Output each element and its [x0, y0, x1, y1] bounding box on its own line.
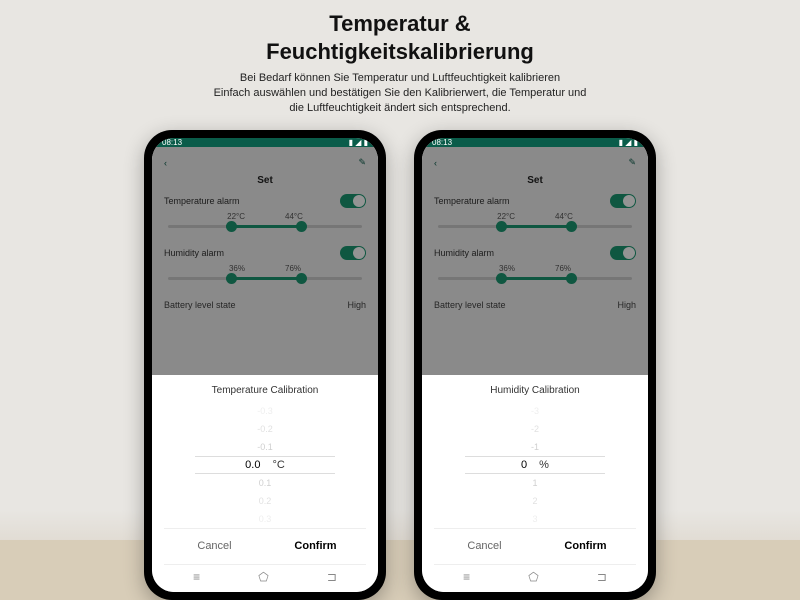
value-wheel[interactable]: -0.3 -0.2 -0.1 0.0 °C 0.1 0.2 0.3 — [164, 402, 366, 528]
settings-panel-dimmed: ‹ ✎ Set Temperature alarm 22°C 44°C — [422, 147, 648, 375]
phone-mock-left: 08:13 ▮ ◢ ▮ ‹ ✎ Set Temperature alarm — [144, 130, 386, 600]
phone-mock-right: 08:13 ▮ ◢ ▮ ‹ ✎ Set Temperature alarm — [414, 130, 656, 600]
floor-bg — [0, 540, 800, 600]
battery-label: Battery level state — [434, 300, 506, 310]
nav-back-icon[interactable]: ⊐ — [327, 570, 337, 584]
page-title: Set — [434, 175, 636, 186]
promo-desc: Bei Bedarf können Sie Temperatur und Luf… — [40, 71, 760, 116]
promo-header: Temperatur & Feuchtigkeitskalibrierung B… — [0, 0, 800, 122]
hum-range-slider[interactable]: 36% 76% — [168, 264, 362, 292]
sys-time: 08:13 — [162, 138, 182, 147]
edit-icon[interactable]: ✎ — [628, 157, 636, 168]
confirm-button[interactable]: Confirm — [535, 529, 636, 564]
sys-time: 08:13 — [432, 138, 452, 147]
battery-label: Battery level state — [164, 300, 236, 310]
cancel-button[interactable]: Cancel — [434, 529, 535, 564]
sys-icons: ▮ ◢ ▮ — [619, 138, 638, 147]
hum-range-slider[interactable]: 36% 76% — [438, 264, 632, 292]
nav-back-icon[interactable]: ⊐ — [597, 570, 607, 584]
hum-alarm-label: Humidity alarm — [164, 248, 224, 258]
temp-alarm-toggle[interactable] — [340, 194, 366, 208]
temp-alarm-label: Temperature alarm — [434, 196, 510, 206]
hum-alarm-toggle[interactable] — [340, 246, 366, 260]
android-nav: ≡ ⬠ ⊐ — [164, 564, 366, 590]
promo-title: Temperatur & Feuchtigkeitskalibrierung — [40, 10, 760, 65]
settings-panel-dimmed: ‹ ✎ Set Temperature alarm 22°C 44°C — [152, 147, 378, 375]
hum-alarm-toggle[interactable] — [610, 246, 636, 260]
temp-range-slider[interactable]: 22°C 44°C — [438, 212, 632, 240]
android-nav: ≡ ⬠ ⊐ — [434, 564, 636, 590]
battery-value: High — [617, 300, 636, 310]
nav-menu-icon[interactable]: ≡ — [463, 570, 470, 584]
cancel-button[interactable]: Cancel — [164, 529, 265, 564]
picker-title: Temperature Calibration — [164, 385, 366, 396]
edit-icon[interactable]: ✎ — [358, 157, 366, 168]
hum-alarm-label: Humidity alarm — [434, 248, 494, 258]
page-title: Set — [164, 175, 366, 186]
sys-icons: ▮ ◢ ▮ — [349, 138, 368, 147]
status-bar: 08:13 ▮ ◢ ▮ — [422, 138, 648, 147]
nav-home-icon[interactable]: ⬠ — [258, 570, 268, 584]
back-chevron-icon[interactable]: ‹ — [164, 158, 167, 168]
temp-range-slider[interactable]: 22°C 44°C — [168, 212, 362, 240]
back-chevron-icon[interactable]: ‹ — [434, 158, 437, 168]
nav-menu-icon[interactable]: ≡ — [193, 570, 200, 584]
value-wheel[interactable]: -3 -2 -1 0 % 1 2 3 — [434, 402, 636, 528]
calibration-picker: Humidity Calibration -3 -2 -1 0 % 1 2 3 … — [422, 375, 648, 592]
calibration-picker: Temperature Calibration -0.3 -0.2 -0.1 0… — [152, 375, 378, 592]
temp-alarm-toggle[interactable] — [610, 194, 636, 208]
battery-value: High — [347, 300, 366, 310]
temp-alarm-label: Temperature alarm — [164, 196, 240, 206]
confirm-button[interactable]: Confirm — [265, 529, 366, 564]
status-bar: 08:13 ▮ ◢ ▮ — [152, 138, 378, 147]
picker-title: Humidity Calibration — [434, 385, 636, 396]
nav-home-icon[interactable]: ⬠ — [528, 570, 538, 584]
